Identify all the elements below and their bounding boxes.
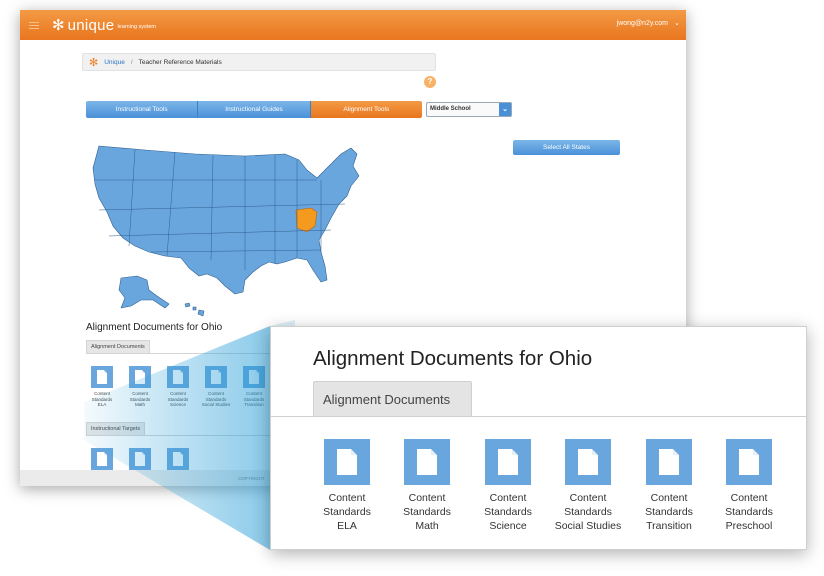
document-icon [205,366,227,388]
document-icon [167,366,189,388]
document-icon [129,448,151,470]
tab-alignment-documents[interactable]: Alignment Documents [86,340,150,353]
document-label: Content Standards ELA [323,492,371,532]
help-icon[interactable]: ? [424,76,436,88]
snowflake-icon: ✻ [89,56,99,69]
document-icon [91,448,113,470]
brand-tagline: learning system [117,24,156,30]
document-label: Content Standards Transition [243,391,265,407]
copyright-text: COPYRIGHT [238,476,265,481]
user-menu[interactable]: jwong@n2y.com [617,20,668,27]
brand-name: unique [67,16,115,34]
document-label: Content Standards Math [403,492,451,532]
alaska [118,275,170,309]
document-icon [646,439,692,485]
document-icon [565,439,611,485]
zoom-panel: Alignment Documents for Ohio Alignment D… [270,326,807,550]
document-label: Content Standards Science [484,492,532,532]
grade-level-select[interactable]: Middle School ⌄ [426,102,512,117]
zoom-document-content-standards-social-studies[interactable]: Content Standards Social Studies [548,439,628,533]
document-icon [129,366,151,388]
breadcrumb: ✻ Unique / Teacher Reference Materials [82,53,436,71]
grade-level-value: Middle School [430,106,471,112]
section-title: Alignment Documents for Ohio [86,322,223,333]
us-state-map[interactable] [85,140,385,320]
hawaii [184,302,205,317]
document-icon [324,439,370,485]
document-label: Content Standards ELA [91,391,113,407]
document-label: Content Standards Science [167,391,189,407]
tab-instructional-guides[interactable]: Instructional Guides [198,101,311,118]
document-label: Content Standards Social Studies [554,492,622,532]
snowflake-logo-icon: ✻ [52,16,65,34]
breadcrumb-separator: / [130,58,133,66]
document-icon [243,366,265,388]
document-label: Content Standards Preschool [725,492,773,532]
document-content-standards-transition[interactable]: Content Standards Transition [236,366,272,408]
brand-logo[interactable]: ✻ unique learning system [52,16,156,34]
document-content-standards-math[interactable]: Content Standards Math [122,366,158,408]
document-label: Content Standards Math [129,391,151,407]
target-document[interactable] [160,448,196,470]
document-icon [404,439,450,485]
tab-instructional-tools[interactable]: Instructional Tools [86,101,199,118]
zoom-document-content-standards-science[interactable]: Content Standards Science [468,439,548,533]
chevron-down-icon[interactable]: ⌄ [499,103,511,116]
breadcrumb-current: Teacher Reference Materials [138,58,222,66]
target-document[interactable] [84,448,120,470]
zoom-document-content-standards-transition[interactable]: Content Standards Transition [629,439,709,533]
zoom-document-content-standards-preschool[interactable]: Content Standards Preschool [709,439,789,533]
tab-alignment-tools[interactable]: Alignment Tools [310,101,422,118]
document-icon [167,448,189,470]
document-icon [485,439,531,485]
document-label: Content Standards Social Studies [201,391,231,407]
divider [271,416,806,417]
tab-instructional-targets[interactable]: Instructional Targets [86,422,146,435]
zoom-document-content-standards-math[interactable]: Content Standards Math [387,439,467,533]
breadcrumb-home-link[interactable]: Unique [104,59,125,66]
document-icon [91,366,113,388]
top-bar: ✻ unique learning system jwong@n2y.com ⌄ [20,10,686,40]
zoom-document-content-standards-ela[interactable]: Content Standards ELA [307,439,387,533]
document-content-standards-social-studies[interactable]: Content Standards Social Studies [198,366,234,408]
target-document[interactable] [122,448,158,470]
hamburger-icon[interactable] [29,22,39,29]
chevron-down-icon[interactable]: ⌄ [674,19,680,27]
document-content-standards-science[interactable]: Content Standards Science [160,366,196,408]
select-all-states-button[interactable]: Select All States [513,140,620,155]
document-icon [726,439,772,485]
us-mainland [92,145,360,295]
document-content-standards-ela[interactable]: Content Standards ELA [84,366,120,408]
tool-tabs: Instructional Tools Instructional Guides… [86,101,422,118]
zoom-tab-alignment-documents[interactable]: Alignment Documents [313,381,472,416]
zoom-section-title: Alignment Documents for Ohio [313,347,593,370]
document-label: Content Standards Transition [645,492,693,532]
